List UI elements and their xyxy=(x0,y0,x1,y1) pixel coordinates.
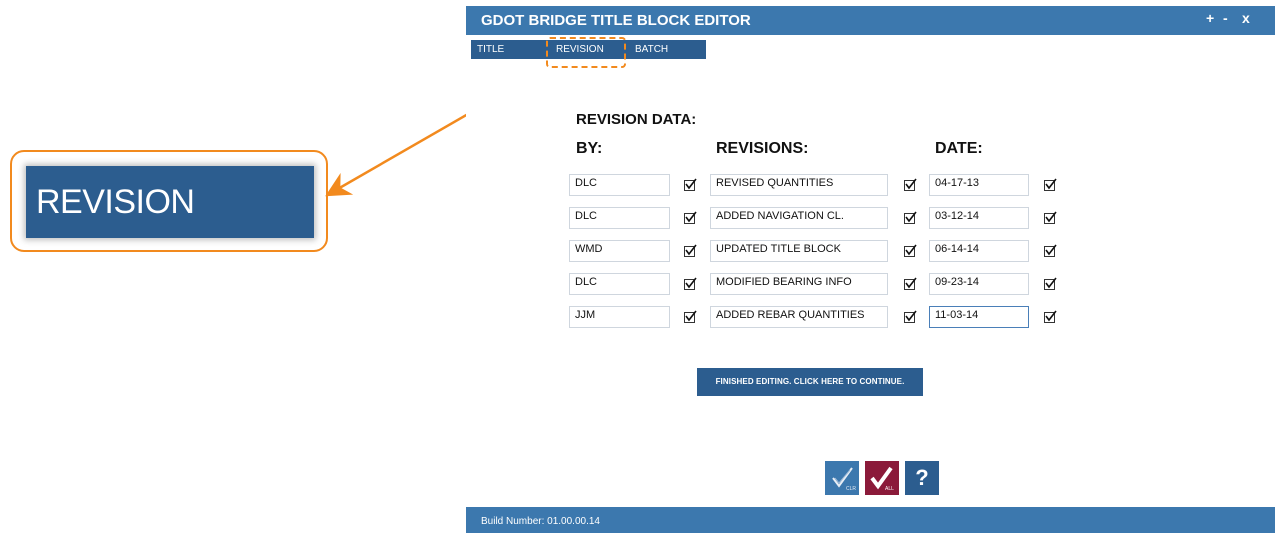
date-field[interactable]: 04-17-13 xyxy=(929,174,1029,196)
revision-checkbox[interactable] xyxy=(904,244,917,257)
date-field[interactable]: 09-23-14 xyxy=(929,273,1029,295)
revision-checkbox[interactable] xyxy=(904,310,917,323)
by-field[interactable]: DLC xyxy=(569,273,670,295)
revision-checkbox[interactable] xyxy=(904,178,917,191)
check-all-button[interactable]: ALL xyxy=(865,461,899,495)
finished-editing-button[interactable]: FINISHED EDITING. CLICK HERE TO CONTINUE… xyxy=(697,368,923,396)
date-field[interactable]: 06-14-14 xyxy=(929,240,1029,262)
by-checkbox[interactable] xyxy=(684,244,697,257)
maximize-button[interactable]: + xyxy=(1206,10,1214,26)
window-title: GDOT BRIDGE TITLE BLOCK EDITOR xyxy=(481,12,751,29)
column-header-date: DATE: xyxy=(935,140,983,157)
title-block-editor-window: GDOT BRIDGE TITLE BLOCK EDITOR + - x TIT… xyxy=(466,6,1275,533)
by-field[interactable]: DLC xyxy=(569,207,670,229)
revision-checkbox[interactable] xyxy=(904,277,917,290)
date-checkbox[interactable] xyxy=(1044,211,1057,224)
section-title: REVISION DATA: xyxy=(576,111,697,128)
date-field[interactable]: 11-03-14 xyxy=(929,306,1029,328)
check-clear-icon: CLR xyxy=(832,467,856,492)
build-number: Build Number: 01.00.00.14 xyxy=(481,516,600,527)
svg-text:ALL: ALL xyxy=(885,486,894,492)
status-bar: Build Number: 01.00.00.14 xyxy=(466,507,1275,533)
tab-batch[interactable]: BATCH xyxy=(635,40,668,59)
check-all-icon: ALL xyxy=(870,466,894,492)
date-checkbox[interactable] xyxy=(1044,178,1057,191)
revision-field[interactable]: ADDED NAVIGATION CL. xyxy=(710,207,888,229)
clear-checks-button[interactable]: CLR xyxy=(825,461,859,495)
tab-highlight-outline xyxy=(546,37,626,68)
by-checkbox[interactable] xyxy=(684,178,697,191)
column-header-by: BY: xyxy=(576,140,603,157)
svg-text:CLR: CLR xyxy=(846,486,856,492)
callout-zoom: REVISION xyxy=(10,150,328,252)
help-button[interactable]: ? xyxy=(905,461,939,495)
revision-field[interactable]: MODIFIED BEARING INFO xyxy=(710,273,888,295)
by-checkbox[interactable] xyxy=(684,310,697,323)
revision-checkbox[interactable] xyxy=(904,211,917,224)
by-checkbox[interactable] xyxy=(684,277,697,290)
date-checkbox[interactable] xyxy=(1044,244,1057,257)
date-checkbox[interactable] xyxy=(1044,277,1057,290)
by-field[interactable]: DLC xyxy=(569,174,670,196)
column-header-revisions: REVISIONS: xyxy=(716,140,809,157)
by-field[interactable]: WMD xyxy=(569,240,670,262)
revision-field[interactable]: ADDED REBAR QUANTITIES xyxy=(710,306,888,328)
tab-title[interactable]: TITLE xyxy=(477,40,504,59)
title-bar: GDOT BRIDGE TITLE BLOCK EDITOR + - x xyxy=(466,6,1275,35)
close-button[interactable]: x xyxy=(1242,10,1250,26)
callout-tab-label: REVISION xyxy=(26,166,314,238)
date-checkbox[interactable] xyxy=(1044,310,1057,323)
by-checkbox[interactable] xyxy=(684,211,697,224)
revision-field[interactable]: REVISED QUANTITIES xyxy=(710,174,888,196)
by-field[interactable]: JJM xyxy=(569,306,670,328)
revision-field[interactable]: UPDATED TITLE BLOCK xyxy=(710,240,888,262)
minimize-button[interactable]: - xyxy=(1223,10,1228,26)
date-field[interactable]: 03-12-14 xyxy=(929,207,1029,229)
